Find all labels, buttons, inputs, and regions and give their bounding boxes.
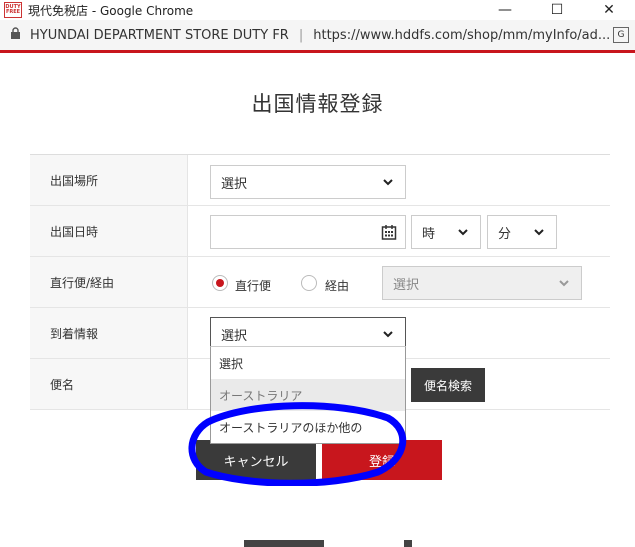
chevron-down-icon [534, 229, 544, 236]
dropdown-option-select[interactable]: 選択 [211, 347, 405, 379]
arrival-info-value: 選択 [221, 328, 248, 344]
flight-name-label: 便名 [30, 359, 188, 409]
minimize-button[interactable]: — [479, 0, 531, 20]
address-bar[interactable]: HYUNDAI DEPARTMENT STORE DUTY FR | https… [0, 20, 635, 50]
departure-place-select[interactable]: 選択 [210, 165, 406, 199]
maximize-button[interactable]: ☐ [531, 0, 583, 20]
row-departure-datetime: 出国日時 時 分 [30, 206, 610, 257]
header-red-line [0, 50, 635, 53]
departure-minute-select[interactable]: 分 [487, 215, 557, 249]
cancel-button[interactable]: キャンセル [196, 440, 316, 480]
translate-icon[interactable]: G [613, 27, 629, 43]
transit-select: 選択 [382, 266, 582, 300]
arrival-info-dropdown[interactable]: 選択 オーストラリア オーストラリアのほか他の [210, 346, 406, 444]
chevron-down-icon [383, 179, 393, 186]
page-title: 出国情報登録 [251, 92, 384, 116]
bottom-cutoff [0, 540, 635, 547]
bottom-dark-block [404, 540, 412, 547]
bottom-dark-block [244, 540, 324, 547]
window-controls: — ☐ ✕ [479, 0, 635, 20]
departure-place-value: 選択 [221, 176, 248, 192]
row-flight-type: 直行便/経由 直行便 経由 選択 [30, 257, 610, 308]
browser-title-bar: DUTY FREE 現代免税店 - Google Chrome — ☐ ✕ [0, 0, 635, 20]
site-name: HYUNDAI DEPARTMENT STORE DUTY FR [30, 27, 289, 43]
transit-flight-radio[interactable] [301, 275, 317, 291]
dropdown-option-outside-australia[interactable]: オーストラリアのほか他の [211, 411, 405, 443]
chevron-down-icon [383, 331, 393, 338]
chevron-down-icon [458, 229, 468, 236]
chevron-down-icon [559, 280, 569, 287]
duty-free-favicon-icon: DUTY FREE [4, 2, 22, 18]
url-text[interactable]: https://www.hddfs.com/shop/mm/myInfo/ad.… [313, 28, 610, 43]
register-button[interactable]: 登録 [322, 440, 442, 480]
departure-datetime-label: 出国日時 [30, 206, 188, 256]
direct-flight-label: 直行便 [235, 279, 272, 293]
departure-hour-value: 時 [422, 226, 436, 242]
direct-flight-radio[interactable] [212, 275, 228, 291]
address-separator: | [298, 27, 304, 43]
flight-type-label: 直行便/経由 [30, 257, 188, 307]
close-button[interactable]: ✕ [583, 0, 635, 20]
dropdown-option-australia[interactable]: オーストラリア [211, 379, 405, 411]
transit-flight-label: 経由 [325, 279, 350, 293]
window-title: 現代免税店 - Google Chrome [28, 3, 194, 18]
row-departure-place: 出国場所 選択 [30, 155, 610, 206]
transit-select-value: 選択 [393, 277, 420, 293]
departure-place-label: 出国場所 [30, 155, 188, 205]
departure-hour-select[interactable]: 時 [411, 215, 481, 249]
flight-search-button[interactable]: 便名検索 [411, 368, 485, 402]
arrival-info-label: 到着情報 [30, 308, 188, 358]
departure-minute-value: 分 [498, 226, 512, 242]
lock-icon [10, 27, 24, 43]
calendar-icon[interactable] [381, 224, 397, 240]
departure-date-input[interactable] [210, 215, 406, 249]
